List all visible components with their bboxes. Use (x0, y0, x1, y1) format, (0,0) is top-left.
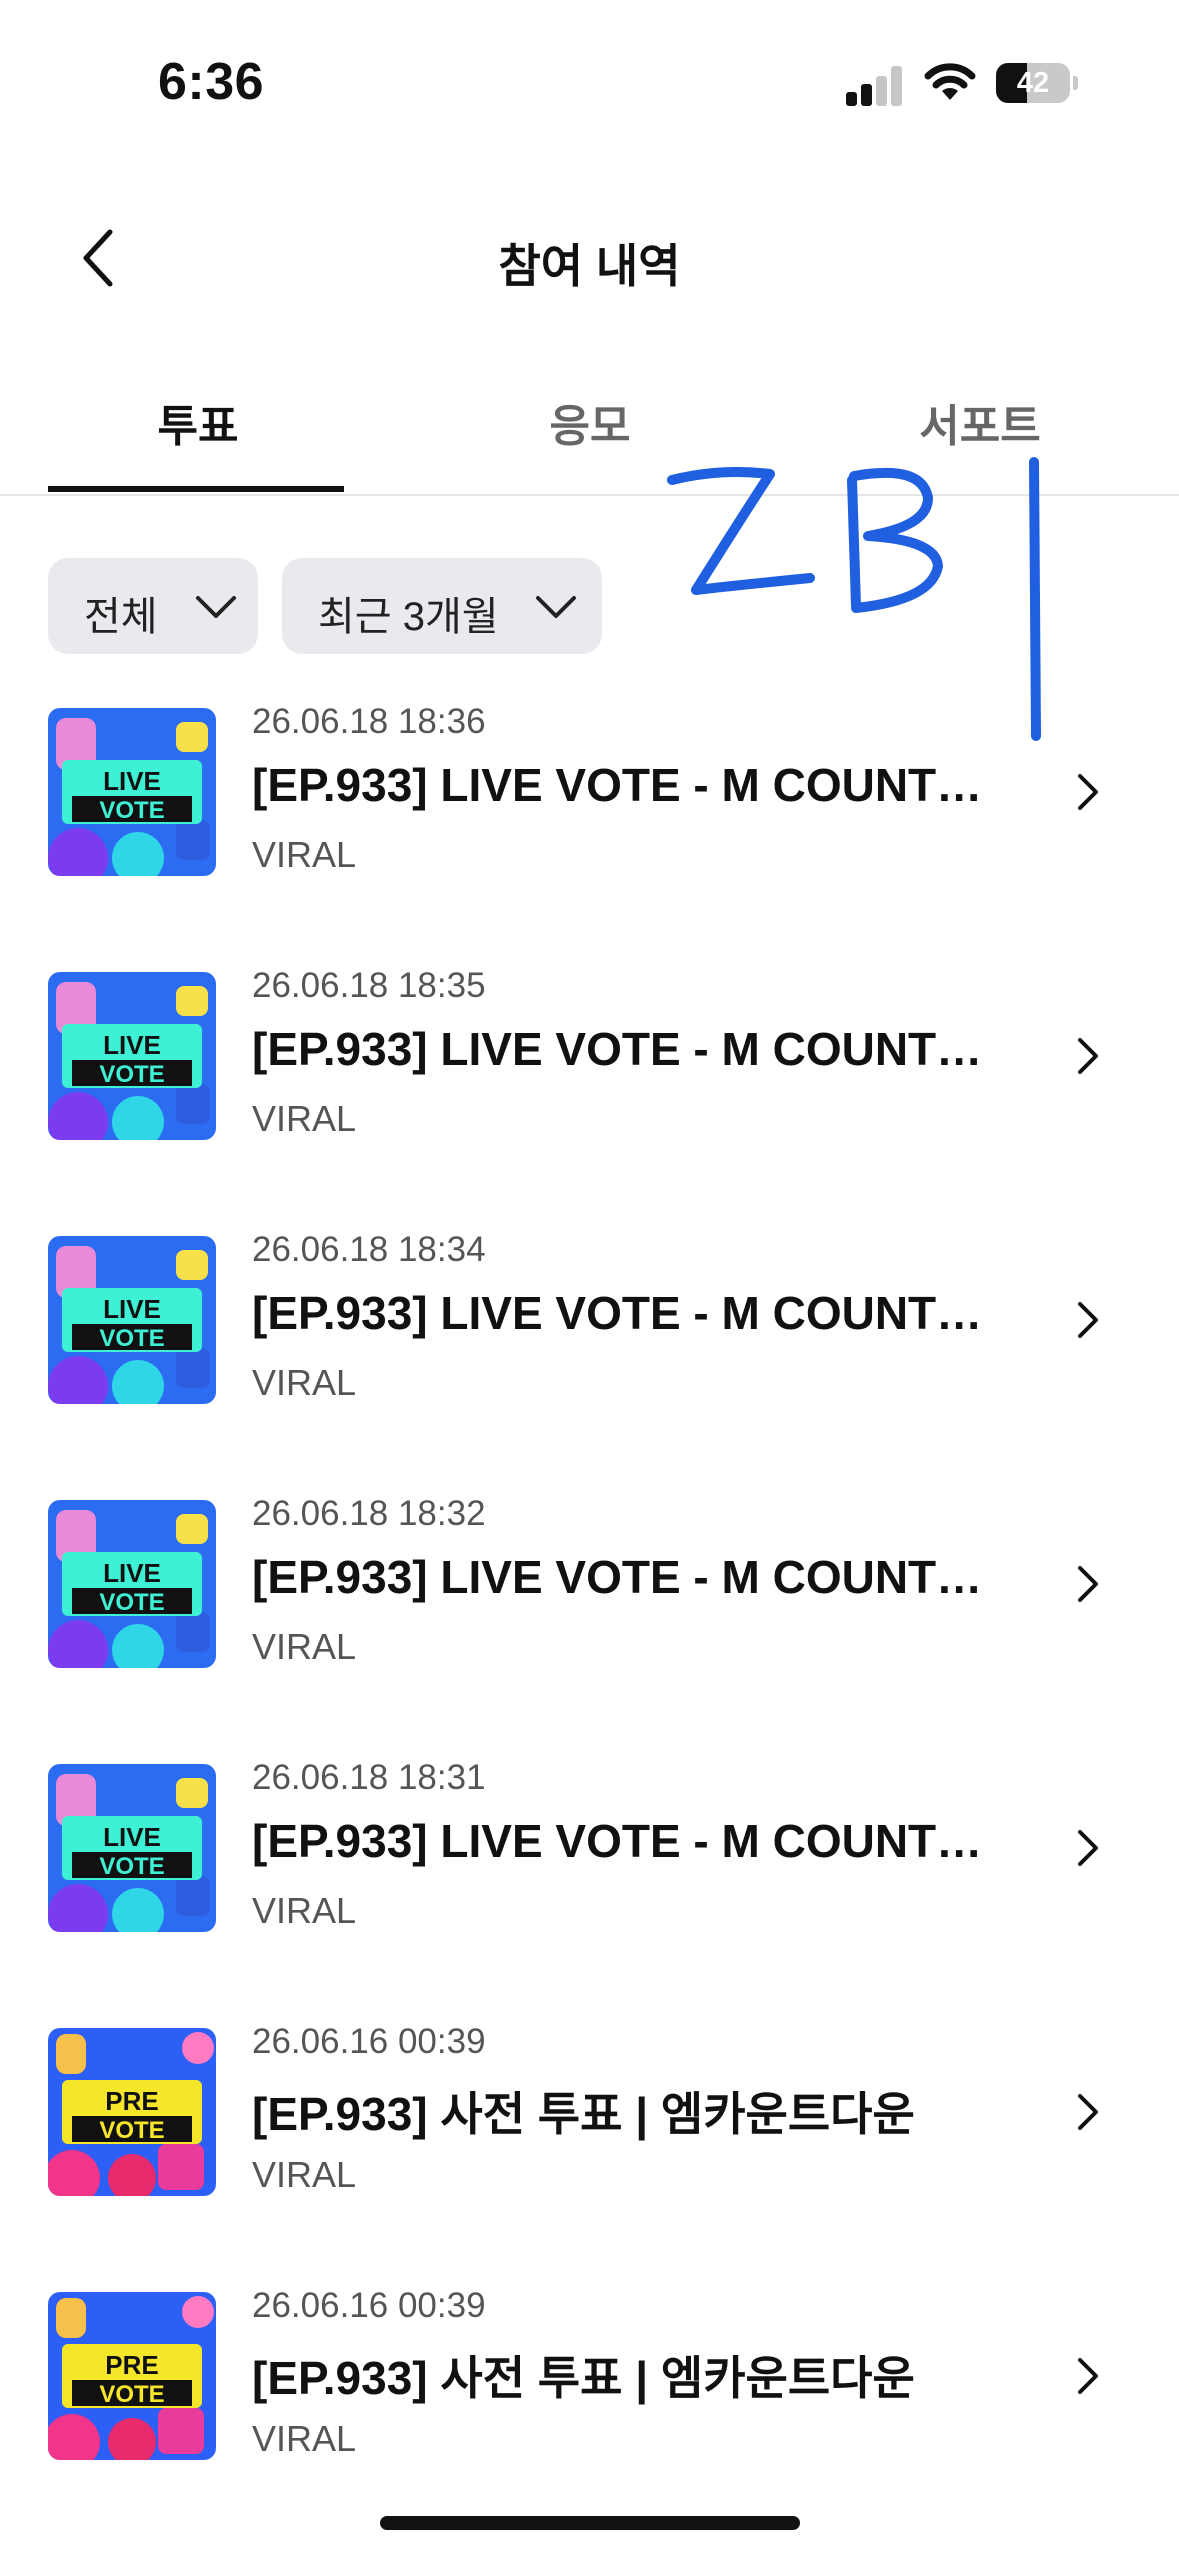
svg-text:LIVE: LIVE (103, 1294, 161, 1324)
svg-text:LIVE: LIVE (103, 1558, 161, 1588)
battery-icon: 42 (996, 63, 1078, 103)
chevron-down-icon (196, 596, 236, 618)
item-date: 26.06.18 18:31 (252, 1758, 486, 1797)
pre-vote-thumbnail: PRE VOTE (48, 2292, 216, 2460)
item-title: [EP.933] LIVE VOTE - M COUNTDOWN (252, 1551, 1012, 1603)
item-title: [EP.933] LIVE VOTE - M COUNTDOWN (252, 1023, 1012, 1075)
chevron-right-icon (1078, 2094, 1098, 2130)
status-bar: 6:36 42 (0, 0, 1179, 170)
item-date: 26.06.18 18:34 (252, 1230, 486, 1269)
svg-text:PRE: PRE (105, 2086, 158, 2116)
item-title: [EP.933] LIVE VOTE - M COUNTDOWN (252, 1287, 1012, 1339)
item-date: 26.06.18 18:36 (252, 702, 486, 741)
item-date: 26.06.16 00:39 (252, 2022, 486, 2061)
chevron-right-icon (1078, 1830, 1098, 1866)
live-vote-thumbnail: LIVE VOTE (48, 972, 216, 1140)
live-vote-thumbnail: LIVE VOTE (48, 708, 216, 876)
list-item[interactable]: PRE VOTE 26.06.16 00:39 [EP.933] 사전 투표 |… (0, 2020, 1179, 2220)
header: 참여 내역 (0, 200, 1179, 320)
category-filter-label: 전체 (84, 595, 158, 639)
svg-text:LIVE: LIVE (103, 766, 161, 796)
item-title: [EP.933] 사전 투표 | 엠카운트다운 (252, 2088, 915, 2140)
category-filter-dropdown[interactable]: 전체 (48, 558, 258, 654)
item-title: [EP.933] 사전 투표 | 엠카운트다운 (252, 2352, 915, 2404)
cellular-signal-icon (846, 66, 904, 106)
svg-text:VOTE: VOTE (99, 1853, 164, 1880)
tab-vote-label: 투표 (157, 402, 239, 451)
tab-vote[interactable]: 투표 (48, 380, 348, 496)
live-vote-thumbnail: LIVE VOTE (48, 1500, 216, 1668)
live-vote-thumbnail: LIVE VOTE (48, 1764, 216, 1932)
active-tab-indicator (48, 486, 344, 492)
item-host: VIRAL (252, 834, 357, 875)
page-title: 참여 내역 (498, 240, 681, 292)
pre-vote-thumbnail: PRE VOTE (48, 2028, 216, 2196)
list-item[interactable]: LIVE VOTE 26.06.18 18:35 [EP.933] LIVE V… (0, 964, 1179, 1164)
battery-level: 42 (1016, 67, 1050, 99)
item-host: VIRAL (252, 1362, 357, 1403)
home-indicator[interactable] (380, 2516, 800, 2530)
status-time: 6:36 (158, 53, 265, 111)
svg-text:VOTE: VOTE (99, 797, 164, 824)
chevron-right-icon (1078, 774, 1098, 810)
svg-text:VOTE: VOTE (99, 1589, 164, 1616)
list-item[interactable]: LIVE VOTE 26.06.18 18:32 [EP.933] LIVE V… (0, 1492, 1179, 1692)
item-title: [EP.933] LIVE VOTE - M COUNTDOWN (252, 1815, 1012, 1867)
item-host: VIRAL (252, 1890, 357, 1931)
live-vote-thumbnail: LIVE VOTE (48, 1236, 216, 1404)
chevron-right-icon (1078, 2358, 1098, 2394)
item-host: VIRAL (252, 1098, 357, 1139)
svg-text:VOTE: VOTE (99, 1325, 164, 1352)
wifi-icon (924, 63, 976, 100)
chevron-right-icon (1078, 1038, 1098, 1074)
svg-text:LIVE: LIVE (103, 1822, 161, 1852)
chevron-down-icon (536, 596, 576, 618)
item-date: 26.06.18 18:32 (252, 1494, 486, 1533)
item-date: 26.06.18 18:35 (252, 966, 486, 1005)
svg-text:VOTE: VOTE (99, 2117, 164, 2144)
list-item[interactable]: LIVE VOTE 26.06.18 18:34 [EP.933] LIVE V… (0, 1228, 1179, 1428)
period-filter-label: 최근 3개월 (318, 595, 499, 639)
chevron-right-icon (1078, 1302, 1098, 1338)
chevron-right-icon (1078, 1566, 1098, 1602)
item-host: VIRAL (252, 1626, 357, 1667)
list-item[interactable]: PRE VOTE 26.06.16 00:39 [EP.933] 사전 투표 |… (0, 2284, 1179, 2484)
svg-text:PRE: PRE (105, 2350, 158, 2380)
svg-text:VOTE: VOTE (99, 2381, 164, 2408)
svg-text:LIVE: LIVE (103, 1030, 161, 1060)
item-host: VIRAL (252, 2154, 357, 2195)
item-host: VIRAL (252, 2418, 357, 2459)
svg-text:VOTE: VOTE (99, 1061, 164, 1088)
item-title: [EP.933] LIVE VOTE - M COUNTDOWN (252, 759, 1012, 811)
list-item[interactable]: LIVE VOTE 26.06.18 18:36 [EP.933] LIVE V… (0, 700, 1179, 900)
list-item[interactable]: LIVE VOTE 26.06.18 18:31 [EP.933] LIVE V… (0, 1756, 1179, 1956)
period-filter-dropdown[interactable]: 최근 3개월 (282, 558, 602, 654)
item-date: 26.06.16 00:39 (252, 2286, 486, 2325)
